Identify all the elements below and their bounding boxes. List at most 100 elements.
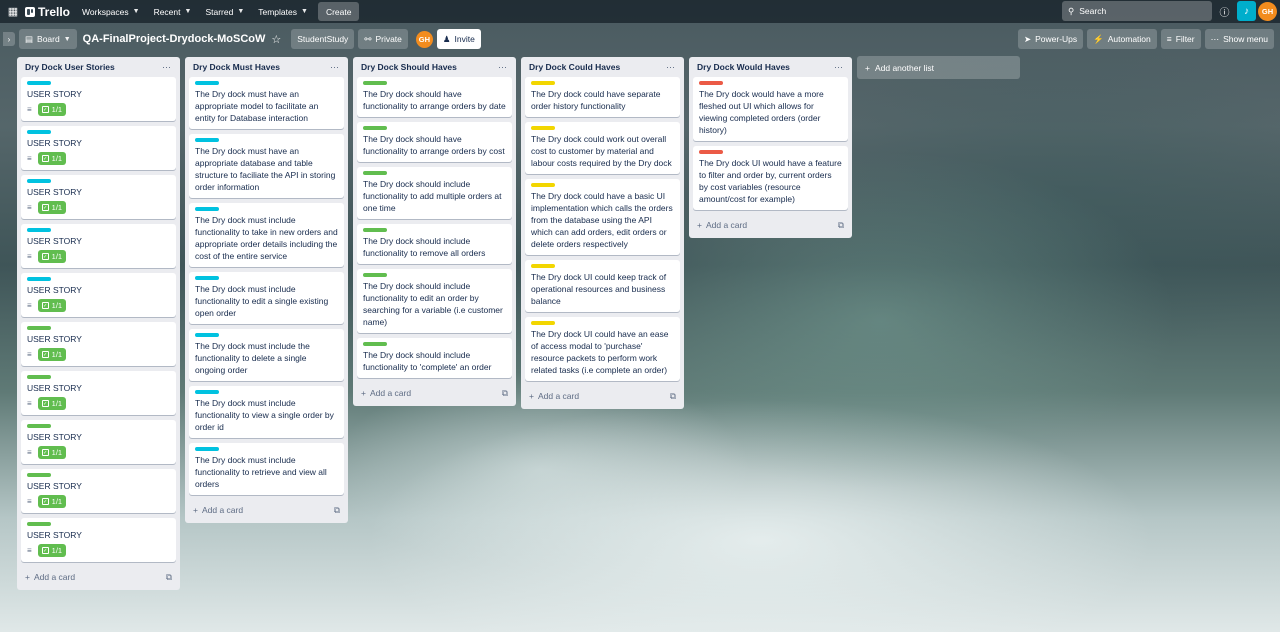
list-card[interactable]: The Dry dock should include functionalit… xyxy=(357,269,512,333)
board-title[interactable]: QA-FinalProject-Drydock-MoSCoW xyxy=(83,33,266,45)
card-label[interactable] xyxy=(531,321,555,325)
show-menu-button[interactable]: ⋯ Show menu xyxy=(1204,29,1274,49)
list-title[interactable]: Dry Dock Could Haves xyxy=(529,62,620,72)
template-icon[interactable]: ⧉ xyxy=(502,388,508,399)
star-icon[interactable]: ☆ xyxy=(271,33,281,46)
card-label[interactable] xyxy=(27,130,51,134)
list-card[interactable]: USER STORY ≡ ✓ 1/1 xyxy=(21,322,176,366)
power-ups-button[interactable]: ➤ Power-Ups xyxy=(1017,29,1084,49)
card-label[interactable] xyxy=(27,522,51,526)
list-card[interactable]: The Dry dock must include functionality … xyxy=(189,272,344,324)
add-card-button[interactable]: + Add a card ⧉ xyxy=(189,500,344,520)
list-card[interactable]: The Dry dock would have a more fleshed o… xyxy=(693,77,848,141)
workspace-button[interactable]: StudentStudy xyxy=(291,29,355,49)
automation-button[interactable]: ⚡ Automation xyxy=(1087,29,1157,49)
list-card[interactable]: The Dry dock UI could have an ease of ac… xyxy=(525,317,680,381)
list-card[interactable]: The Dry dock could have separate order h… xyxy=(525,77,680,117)
list-card[interactable]: The Dry dock could have a basic UI imple… xyxy=(525,179,680,255)
card-label[interactable] xyxy=(27,81,51,85)
list-header[interactable]: Dry Dock Would Haves ⋯ xyxy=(693,57,848,77)
card-label[interactable] xyxy=(27,473,51,477)
card-label[interactable] xyxy=(363,228,387,232)
add-card-button[interactable]: + Add a card ⧉ xyxy=(525,386,680,406)
list-header[interactable]: Dry Dock Must Haves ⋯ xyxy=(189,57,344,77)
list-card[interactable]: USER STORY ≡ ✓ 1/1 xyxy=(21,420,176,464)
visibility-button[interactable]: ⚯ Private xyxy=(358,29,408,49)
card-label[interactable] xyxy=(363,171,387,175)
nav-recent[interactable]: Recent ▼ xyxy=(148,2,198,21)
card-label[interactable] xyxy=(27,179,51,183)
list-card[interactable]: USER STORY ≡ ✓ 1/1 xyxy=(21,126,176,170)
list-card[interactable]: The Dry dock must include the functional… xyxy=(189,329,344,381)
card-label[interactable] xyxy=(699,150,723,154)
list-card[interactable]: USER STORY ≡ ✓ 1/1 xyxy=(21,518,176,562)
template-icon[interactable]: ⧉ xyxy=(838,220,844,231)
list-title[interactable]: Dry Dock User Stories xyxy=(25,62,115,72)
card-label[interactable] xyxy=(195,138,219,142)
card-label[interactable] xyxy=(27,424,51,428)
list-card[interactable]: USER STORY ≡ ✓ 1/1 xyxy=(21,224,176,268)
nav-templates[interactable]: Templates ▼ xyxy=(252,2,314,21)
list-title[interactable]: Dry Dock Must Haves xyxy=(193,62,280,72)
list-header[interactable]: Dry Dock Should Haves ⋯ xyxy=(357,57,512,77)
list-card[interactable]: The Dry dock should include functionalit… xyxy=(357,224,512,264)
list-card[interactable]: The Dry dock must have an appropriate mo… xyxy=(189,77,344,129)
list-card[interactable]: USER STORY ≡ ✓ 1/1 xyxy=(21,371,176,415)
card-label[interactable] xyxy=(363,81,387,85)
card-label[interactable] xyxy=(195,207,219,211)
list-header[interactable]: Dry Dock Could Haves ⋯ xyxy=(525,57,680,77)
card-label[interactable] xyxy=(531,81,555,85)
search-input[interactable]: ⚲ Search xyxy=(1062,1,1212,21)
list-header[interactable]: Dry Dock User Stories ⋯ xyxy=(21,57,176,77)
list-card[interactable]: The Dry dock should include functionalit… xyxy=(357,338,512,378)
member-avatar[interactable]: GH xyxy=(415,30,433,48)
list-menu-icon[interactable]: ⋯ xyxy=(834,62,844,73)
list-card[interactable]: The Dry dock could work out overall cost… xyxy=(525,122,680,174)
card-label[interactable] xyxy=(27,326,51,330)
nav-workspaces[interactable]: Workspaces ▼ xyxy=(76,2,146,21)
list-card[interactable]: USER STORY ≡ ✓ 1/1 xyxy=(21,175,176,219)
card-label[interactable] xyxy=(195,390,219,394)
list-card[interactable]: USER STORY ≡ ✓ 1/1 xyxy=(21,77,176,121)
list-card[interactable]: The Dry dock must include functionality … xyxy=(189,443,344,495)
list-card[interactable]: The Dry dock should include functionalit… xyxy=(357,167,512,219)
list-card[interactable]: The Dry dock should have functionality t… xyxy=(357,122,512,162)
card-label[interactable] xyxy=(531,126,555,130)
add-card-button[interactable]: + Add a card ⧉ xyxy=(357,383,512,403)
card-label[interactable] xyxy=(195,333,219,337)
card-label[interactable] xyxy=(195,447,219,451)
invite-button[interactable]: ♟ Invite xyxy=(436,29,481,49)
list-title[interactable]: Dry Dock Would Haves xyxy=(697,62,790,72)
card-label[interactable] xyxy=(27,277,51,281)
card-label[interactable] xyxy=(27,228,51,232)
card-label[interactable] xyxy=(27,375,51,379)
list-card[interactable]: The Dry dock must have an appropriate da… xyxy=(189,134,344,198)
apps-grid-icon[interactable]: ▦ xyxy=(4,3,22,21)
create-button[interactable]: Create xyxy=(317,2,360,21)
notification-bell-icon[interactable]: ♪ xyxy=(1237,1,1256,21)
list-menu-icon[interactable]: ⋯ xyxy=(330,62,340,73)
card-label[interactable] xyxy=(363,342,387,346)
list-card[interactable]: The Dry dock must include functionality … xyxy=(189,203,344,267)
nav-starred[interactable]: Starred ▼ xyxy=(199,2,250,21)
list-title[interactable]: Dry Dock Should Haves xyxy=(361,62,457,72)
list-card[interactable]: The Dry dock must include functionality … xyxy=(189,386,344,438)
add-list-button[interactable]: + Add another list xyxy=(857,56,1020,79)
list-menu-icon[interactable]: ⋯ xyxy=(498,62,508,73)
card-label[interactable] xyxy=(363,126,387,130)
card-label[interactable] xyxy=(195,81,219,85)
add-card-button[interactable]: + Add a card ⧉ xyxy=(693,215,848,235)
template-icon[interactable]: ⧉ xyxy=(166,572,172,583)
list-card[interactable]: USER STORY ≡ ✓ 1/1 xyxy=(21,273,176,317)
filter-button[interactable]: ≡ Filter xyxy=(1160,29,1201,49)
card-label[interactable] xyxy=(531,183,555,187)
sidebar-expand-icon[interactable]: › xyxy=(3,32,15,46)
card-label[interactable] xyxy=(363,273,387,277)
template-icon[interactable]: ⧉ xyxy=(334,505,340,516)
list-card[interactable]: The Dry dock UI could keep track of oper… xyxy=(525,260,680,312)
card-label[interactable] xyxy=(531,264,555,268)
list-menu-icon[interactable]: ⋯ xyxy=(666,62,676,73)
list-card[interactable]: The Dry dock should have functionality t… xyxy=(357,77,512,117)
list-card[interactable]: USER STORY ≡ ✓ 1/1 xyxy=(21,469,176,513)
add-card-button[interactable]: + Add a card ⧉ xyxy=(21,567,176,587)
